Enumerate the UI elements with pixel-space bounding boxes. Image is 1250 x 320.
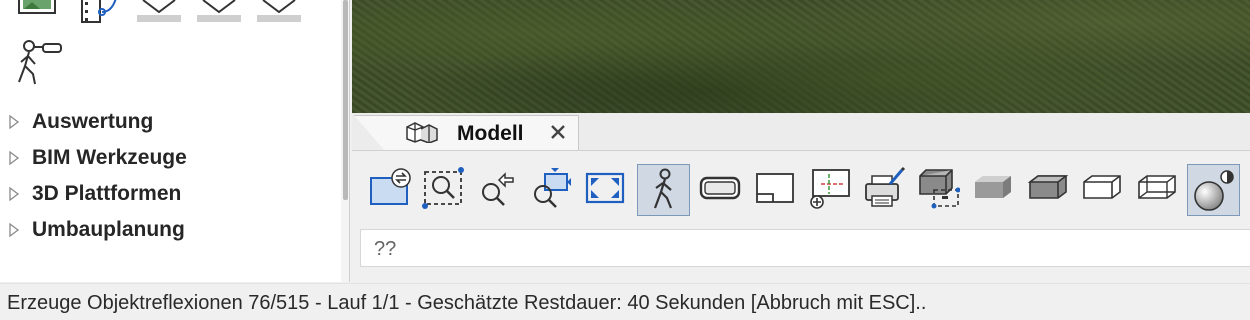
view-exchange-icon <box>370 168 411 205</box>
zoom-window-icon <box>422 167 464 209</box>
tree-item-umbauplanung[interactable]: Umbauplanung <box>8 217 185 243</box>
vr-glasses-button[interactable] <box>695 163 745 213</box>
model-boxes-icon <box>405 121 439 148</box>
tree-item-label: Auswertung <box>32 110 154 133</box>
close-icon[interactable] <box>549 123 567 146</box>
tab-label: Modell <box>457 122 524 145</box>
scrollbar-thumb[interactable] <box>343 0 348 200</box>
status-bar: Erzeuge Objektreflexionen 76/515 - Lauf … <box>0 283 1250 320</box>
film-strip-icon[interactable] <box>80 0 122 29</box>
print-render-button[interactable] <box>859 163 909 213</box>
expand-arrow-icon[interactable] <box>8 115 32 129</box>
render-solid-gray-icon <box>975 176 1011 198</box>
box-select-icon <box>919 169 960 209</box>
render-shaded-button[interactable] <box>1023 163 1073 213</box>
render-wireframe-button[interactable] <box>1132 163 1182 213</box>
tree-item-label: Umbauplanung <box>32 218 185 241</box>
view-toolbar <box>352 151 1250 223</box>
render-shaded-icon <box>1027 175 1069 199</box>
zoom-previous-button[interactable] <box>472 163 522 213</box>
crosshair-axes-icon <box>810 169 850 209</box>
expand-arrow-icon[interactable] <box>8 151 32 165</box>
tree-item-auswertung[interactable]: Auswertung <box>8 109 153 135</box>
zoom-next-icon <box>534 168 571 208</box>
left-panel: Auswertung BIM Werkzeuge 3D Plattformen … <box>0 0 350 282</box>
tree-item-label: 3D Plattformen <box>32 182 182 205</box>
vr-walk-icon[interactable] <box>15 40 65 91</box>
section-view-button[interactable] <box>750 163 800 213</box>
zoom-next-button[interactable] <box>526 163 576 213</box>
vr-glasses-icon <box>699 176 741 200</box>
walk-mode-icon <box>653 168 673 209</box>
image-icon[interactable] <box>18 0 56 19</box>
render-hidden-line-button[interactable] <box>1077 163 1127 213</box>
box-select-button[interactable] <box>913 163 963 213</box>
left-panel-scrollbar[interactable] <box>341 0 349 282</box>
tab-modell[interactable]: Modell <box>354 115 579 150</box>
tree-item-3d-plattformen[interactable]: 3D Plattformen <box>8 181 181 207</box>
tree-item-label: BIM Werkzeuge <box>32 146 187 169</box>
view-down-icon-1[interactable] <box>137 0 181 29</box>
zoom-all-icon <box>585 172 625 204</box>
render-hidden-line-icon <box>1083 175 1121 199</box>
print-render-icon <box>865 166 906 207</box>
zoom-all-button[interactable] <box>580 163 630 213</box>
view-down-icon-3[interactable] <box>257 0 301 29</box>
command-input[interactable]: ?? <box>360 229 1250 267</box>
render-solid-gray-button[interactable] <box>968 163 1018 213</box>
view-down-icon-2[interactable] <box>197 0 241 29</box>
zoom-window-button[interactable] <box>418 163 468 213</box>
render-sphere-light-icon <box>1194 170 1234 211</box>
tree-item-bim-werkzeuge[interactable]: BIM Werkzeuge <box>8 145 187 171</box>
zoom-previous-icon <box>482 172 514 206</box>
render-sphere-light-button[interactable] <box>1187 164 1240 216</box>
section-view-icon <box>756 173 794 203</box>
walk-mode-button[interactable] <box>637 164 690 216</box>
crosshair-axes-button[interactable] <box>804 163 854 213</box>
expand-arrow-icon[interactable] <box>8 223 32 237</box>
3d-viewport[interactable] <box>352 0 1250 113</box>
render-wireframe-icon <box>1138 175 1176 199</box>
expand-arrow-icon[interactable] <box>8 187 32 201</box>
view-exchange-button[interactable] <box>364 163 414 213</box>
tab-strip: Modell <box>352 113 1250 151</box>
